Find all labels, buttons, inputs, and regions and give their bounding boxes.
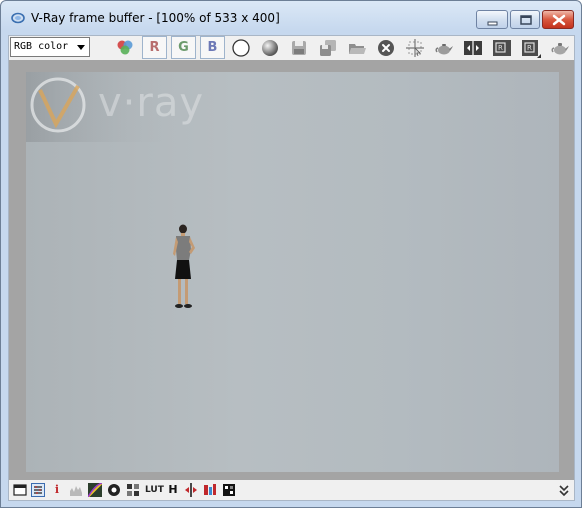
lens-effects-icon[interactable] [126, 483, 140, 497]
channel-select-value: RGB color [14, 41, 69, 52]
vfb-toolbar: RGB color R G B R R [9, 36, 574, 60]
color-corrections-icon[interactable] [31, 483, 45, 497]
region-render-icon[interactable]: R [521, 38, 541, 58]
open-icon[interactable] [347, 38, 367, 58]
info-button[interactable]: i [50, 483, 64, 497]
minimize-button[interactable] [476, 10, 508, 29]
compare-icon[interactable] [463, 38, 483, 58]
save-icon[interactable] [289, 38, 309, 58]
close-button[interactable] [542, 10, 574, 29]
channel-select[interactable]: RGB color [10, 37, 90, 57]
minimize-icon [487, 21, 498, 26]
chevron-down-icon [77, 45, 85, 50]
compare-ab-icon[interactable] [184, 483, 198, 497]
woman-figure [173, 224, 195, 308]
region-icon[interactable]: R [492, 38, 512, 58]
window-icon[interactable] [13, 483, 27, 497]
white-circle-icon[interactable] [231, 38, 251, 58]
curve-icon[interactable] [88, 483, 102, 497]
title-bar[interactable]: V-Ray frame buffer - [100% of 533 x 400] [1, 1, 581, 35]
render-teapot-icon[interactable] [550, 38, 570, 58]
svg-text:R: R [527, 44, 532, 52]
exposure-icon[interactable] [107, 483, 121, 497]
color-dots-icon[interactable] [115, 38, 135, 58]
logo-text: v·ray [98, 80, 205, 126]
grid-icon[interactable] [222, 483, 236, 497]
save-all-icon[interactable] [318, 38, 338, 58]
clear-icon[interactable] [376, 38, 396, 58]
vfb-statusbar: i LUT H [9, 480, 574, 500]
client-area: RGB color R G B R R v·ray i LUT H [8, 35, 575, 501]
blue-channel-button[interactable]: B [200, 36, 225, 59]
red-channel-button[interactable]: R [142, 36, 167, 59]
track-mouse-icon[interactable] [405, 38, 425, 58]
maximize-button[interactable] [510, 10, 540, 29]
render-viewport[interactable]: v·ray [9, 60, 574, 480]
history-button[interactable]: H [166, 483, 180, 497]
vray-icon [11, 12, 25, 24]
close-icon [552, 14, 566, 26]
teapot-icon[interactable] [434, 38, 454, 58]
green-channel-button[interactable]: G [171, 36, 196, 59]
vfb-window: V-Ray frame buffer - [100% of 533 x 400]… [0, 0, 582, 508]
maximize-icon [520, 15, 532, 25]
svg-text:R: R [498, 44, 503, 52]
stamp-icon[interactable] [203, 483, 217, 497]
levels-icon[interactable] [69, 483, 83, 497]
expand-icon[interactable] [557, 483, 571, 497]
rendered-image[interactable]: v·ray [26, 72, 559, 472]
lut-button[interactable]: LUT [145, 483, 164, 497]
gray-sphere-icon[interactable] [260, 38, 280, 58]
window-title: V-Ray frame buffer - [100% of 533 x 400] [31, 11, 280, 25]
